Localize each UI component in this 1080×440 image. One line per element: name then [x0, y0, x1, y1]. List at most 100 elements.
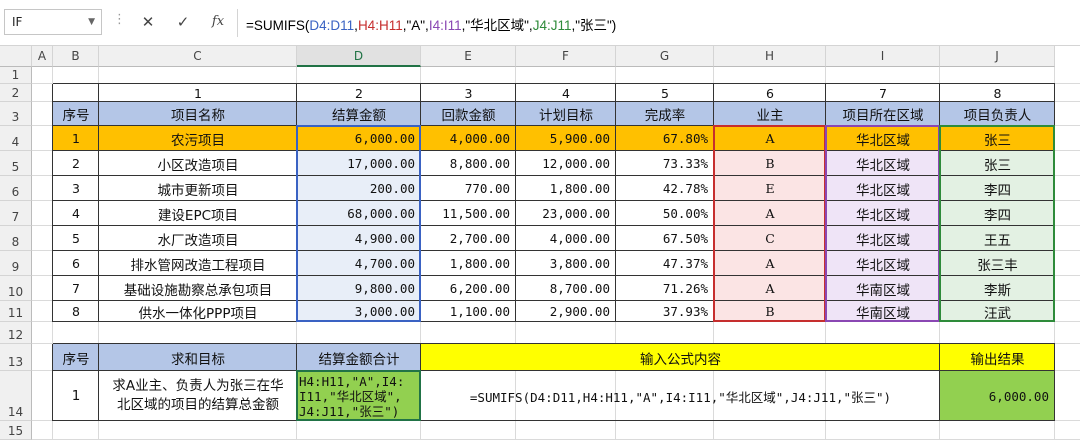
table-cell[interactable]: 37.93% [616, 301, 714, 322]
table-cell[interactable]: 3,800.00 [516, 251, 616, 276]
index-cell[interactable]: 7 [826, 84, 940, 102]
header-cell[interactable]: 业主 [714, 102, 826, 126]
header-cell[interactable]: 计划目标 [516, 102, 616, 126]
fx-icon[interactable]: fx [207, 11, 229, 33]
header-cell[interactable]: 序号 [53, 102, 99, 126]
table-cell[interactable]: 5,900.00 [516, 126, 616, 151]
header-cell[interactable]: 回款金额 [421, 102, 516, 126]
index-cell[interactable]: 4 [516, 84, 616, 102]
row-header-7[interactable]: 7 [0, 201, 32, 226]
table-cell[interactable]: 2,900.00 [516, 301, 616, 322]
summary-header-result[interactable]: 输出结果 [940, 344, 1055, 371]
row-header-8[interactable]: 8 [0, 226, 32, 251]
column-header-i[interactable]: I [826, 46, 940, 67]
row-header-15[interactable]: 15 [0, 421, 32, 440]
row-header-13[interactable]: 13 [0, 344, 32, 371]
table-cell[interactable]: 73.33% [616, 151, 714, 176]
row-header-3[interactable]: 3 [0, 102, 32, 126]
chevron-down-icon[interactable]: ▼ [88, 10, 95, 34]
table-cell[interactable]: 2 [53, 151, 99, 176]
summary-header-formula[interactable]: 输入公式内容 [421, 344, 940, 371]
column-header-b[interactable]: B [53, 46, 99, 67]
column-header-g[interactable]: G [616, 46, 714, 67]
table-cell[interactable]: 5 [53, 226, 99, 251]
name-box[interactable]: IF ▼ [4, 9, 102, 35]
table-cell[interactable]: 3 [53, 176, 99, 201]
table-cell[interactable]: 4,000.00 [421, 126, 516, 151]
table-cell[interactable]: 8,800.00 [421, 151, 516, 176]
table-cell[interactable]: 6 [53, 251, 99, 276]
index-cell[interactable]: 3 [421, 84, 516, 102]
table-cell[interactable]: 城市更新项目 [99, 176, 297, 201]
index-cell[interactable]: 5 [616, 84, 714, 102]
index-cell[interactable]: 6 [714, 84, 826, 102]
table-cell[interactable]: 1 [53, 126, 99, 151]
formula-input[interactable]: =SUMIFS(D4:D11,H4:H11,"A",I4:I11,"华北区域",… [246, 14, 616, 34]
index-cell[interactable]: 8 [940, 84, 1055, 102]
editing-cell[interactable]: H4:H11,"A",I4: I11,"华北区域", J4:J11,"张三") [297, 371, 421, 421]
table-cell[interactable]: 2,700.00 [421, 226, 516, 251]
table-cell[interactable]: 42.78% [616, 176, 714, 201]
row-header-1[interactable]: 1 [0, 67, 32, 84]
row-header-5[interactable]: 5 [0, 151, 32, 176]
row-header-11[interactable]: 11 [0, 301, 32, 322]
table-cell[interactable]: 23,000.00 [516, 201, 616, 226]
table-cell[interactable]: 水厂改造项目 [99, 226, 297, 251]
table-cell[interactable]: 供水一体化PPP项目 [99, 301, 297, 322]
header-cell[interactable]: 结算金额 [297, 102, 421, 126]
summary-header-total[interactable]: 结算金额合计 [297, 344, 421, 371]
table-cell[interactable]: 7 [53, 276, 99, 301]
table-cell[interactable]: 排水管网改造工程项目 [99, 251, 297, 276]
header-cell[interactable]: 项目名称 [99, 102, 297, 126]
table-cell[interactable]: 67.80% [616, 126, 714, 151]
table-cell[interactable]: 建设EPC项目 [99, 201, 297, 226]
table-cell[interactable]: 67.50% [616, 226, 714, 251]
summary-no[interactable]: 1 [53, 371, 99, 421]
table-cell[interactable]: 50.00% [616, 201, 714, 226]
table-cell[interactable]: 1,800.00 [421, 251, 516, 276]
summary-formula-text[interactable]: =SUMIFS(D4:D11,H4:H11,"A",I4:I11,"华北区域",… [421, 371, 940, 421]
table-cell[interactable]: 农污项目 [99, 126, 297, 151]
column-header-f[interactable]: F [516, 46, 616, 67]
index-cell[interactable]: 1 [99, 84, 297, 102]
row-header-9[interactable]: 9 [0, 251, 32, 276]
cancel-icon[interactable]: ✕ [137, 11, 159, 33]
worksheet-grid[interactable]: A B C D E F G H I J 1 2 3 4 5 6 7 8 9 10 11 12 13 14 15 1 2 3 4 5 6 7 8 序… [0, 46, 1080, 440]
column-header-h[interactable]: H [714, 46, 826, 67]
summary-header-goal[interactable]: 求和目标 [99, 344, 297, 371]
select-all-corner[interactable] [0, 46, 32, 67]
table-cell[interactable]: 基础设施勘察总承包项目 [99, 276, 297, 301]
summary-goal[interactable]: 求A业主、负责人为张三在华 北区域的项目的结算总金额 [99, 371, 297, 421]
header-cell[interactable]: 完成率 [616, 102, 714, 126]
row-header-4[interactable]: 4 [0, 126, 32, 151]
table-cell[interactable]: 4 [53, 201, 99, 226]
table-cell[interactable]: 770.00 [421, 176, 516, 201]
table-cell[interactable]: 1,100.00 [421, 301, 516, 322]
row-header-10[interactable]: 10 [0, 276, 32, 301]
index-cell[interactable]: 2 [297, 84, 421, 102]
summary-result[interactable]: 6,000.00 [940, 371, 1055, 421]
table-cell[interactable]: 71.26% [616, 276, 714, 301]
row-header-2[interactable]: 2 [0, 84, 32, 102]
table-cell[interactable]: 8 [53, 301, 99, 322]
table-cell[interactable]: 4,000.00 [516, 226, 616, 251]
row-header-12[interactable]: 12 [0, 322, 32, 344]
column-header-j[interactable]: J [940, 46, 1055, 67]
header-cell[interactable]: 项目负责人 [940, 102, 1055, 126]
column-header-e[interactable]: E [421, 46, 516, 67]
row-header-6[interactable]: 6 [0, 176, 32, 201]
table-cell[interactable]: 11,500.00 [421, 201, 516, 226]
summary-header-no[interactable]: 序号 [53, 344, 99, 371]
enter-icon[interactable]: ✓ [172, 11, 194, 33]
table-cell[interactable]: 1,800.00 [516, 176, 616, 201]
table-cell[interactable]: 6,200.00 [421, 276, 516, 301]
table-cell[interactable]: 小区改造项目 [99, 151, 297, 176]
row-header-14[interactable]: 14 [0, 371, 32, 421]
column-header-c[interactable]: C [99, 46, 297, 67]
table-cell[interactable]: 12,000.00 [516, 151, 616, 176]
table-cell[interactable]: 47.37% [616, 251, 714, 276]
header-cell[interactable]: 项目所在区域 [826, 102, 940, 126]
more-options-icon[interactable]: ⋮ [113, 12, 126, 27]
column-header-d[interactable]: D [297, 46, 421, 67]
column-header-a[interactable]: A [32, 46, 53, 67]
